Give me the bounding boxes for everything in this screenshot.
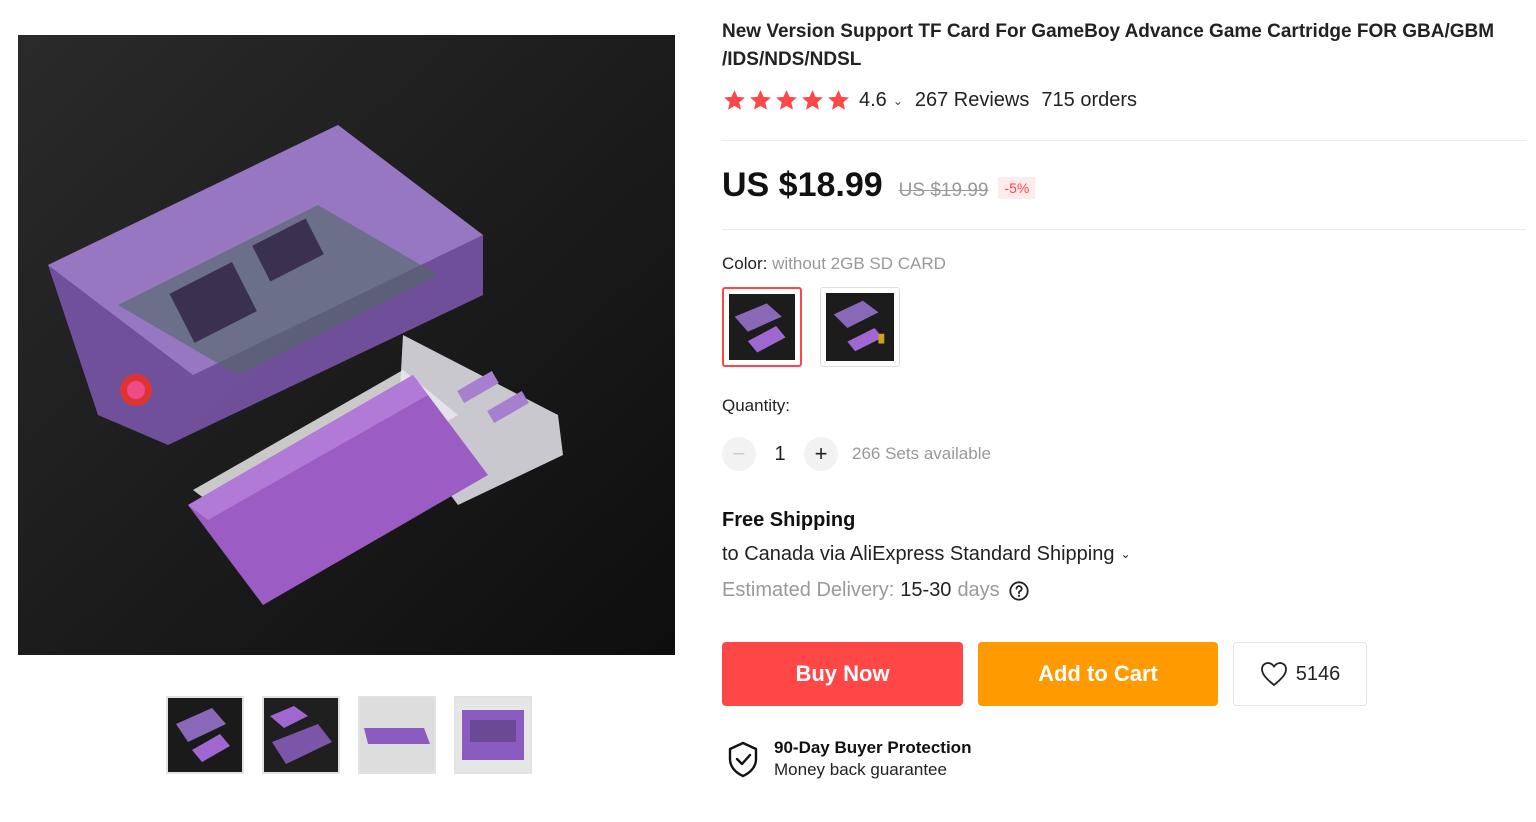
quantity-input[interactable]: 1 [756, 443, 804, 466]
divider [722, 140, 1526, 141]
chevron-down-icon[interactable]: ⌄ [1120, 547, 1130, 561]
reviews-link[interactable]: 267 Reviews [915, 89, 1030, 112]
wishlist-button[interactable]: 5146 [1233, 642, 1367, 706]
color-swatches [722, 287, 900, 367]
eta-label: Estimated Delivery: [722, 579, 895, 601]
chevron-down-icon[interactable]: ⌄ [893, 94, 903, 108]
shipping-method-text[interactable]: to Canada via AliExpress Standard Shippi… [722, 543, 1114, 565]
color-option-2[interactable] [820, 287, 900, 367]
buy-now-button[interactable]: Buy Now [722, 642, 963, 706]
star-icon [828, 90, 849, 110]
protection-title: 90-Day Buyer Protection [774, 738, 972, 757]
eta-value: 15-30 [900, 579, 952, 601]
stock-available: 266 Sets available [852, 444, 991, 463]
add-to-cart-button[interactable]: Add to Cart [978, 642, 1218, 706]
thumbnail-4[interactable] [454, 696, 532, 774]
thumbnail-2[interactable] [262, 696, 340, 774]
star-icon [802, 90, 823, 110]
buyer-protection: 90-Day Buyer Protection Money back guara… [722, 738, 971, 780]
thumbnail-1[interactable] [166, 696, 244, 774]
star-icon [750, 90, 771, 110]
thumbnail-strip [166, 696, 532, 774]
heart-icon [1260, 662, 1287, 687]
product-title: New Version Support TF Card For GameBoy … [722, 21, 1495, 70]
rating-stars [722, 88, 851, 113]
thumbnail-3[interactable] [358, 696, 436, 774]
help-icon[interactable] [1008, 580, 1030, 602]
current-price: US $18.99 [722, 166, 883, 204]
eta-unit: days [957, 579, 1000, 601]
quantity-stepper: − 1 + 266 Sets available [722, 437, 991, 471]
color-label-text: Color: [722, 254, 768, 273]
star-icon [724, 90, 745, 110]
color-option-1[interactable] [722, 287, 802, 367]
color-label: Color: without 2GB SD CARD [722, 254, 946, 274]
shipping-method[interactable]: to Canada via AliExpress Standard Shippi… [722, 543, 1131, 566]
estimated-delivery: Estimated Delivery: 15-30 days [722, 579, 1030, 602]
shield-check-icon [728, 741, 758, 778]
quantity-label: Quantity: [722, 396, 791, 415]
protection-subtitle: Money back guarantee [774, 760, 947, 779]
rating-value[interactable]: 4.6 [859, 89, 887, 112]
color-selected-value: without 2GB SD CARD [772, 254, 946, 273]
product-photo [18, 35, 675, 655]
main-product-image[interactable] [18, 35, 675, 655]
price-row: US $18.99 US $19.99 -5% [722, 166, 1036, 205]
quantity-increase-button[interactable]: + [804, 437, 838, 471]
wishlist-count: 5146 [1295, 662, 1341, 685]
rating-row: 4.6 ⌄ 267 Reviews 715 orders [722, 88, 1137, 113]
orders-count: 715 orders [1041, 89, 1138, 111]
star-icon [776, 90, 797, 110]
discount-badge: -5% [998, 177, 1036, 199]
original-price: US $19.99 [898, 180, 989, 201]
divider [722, 229, 1526, 230]
shipping-title: Free Shipping [722, 509, 856, 531]
quantity-decrease-button[interactable]: − [722, 437, 756, 471]
